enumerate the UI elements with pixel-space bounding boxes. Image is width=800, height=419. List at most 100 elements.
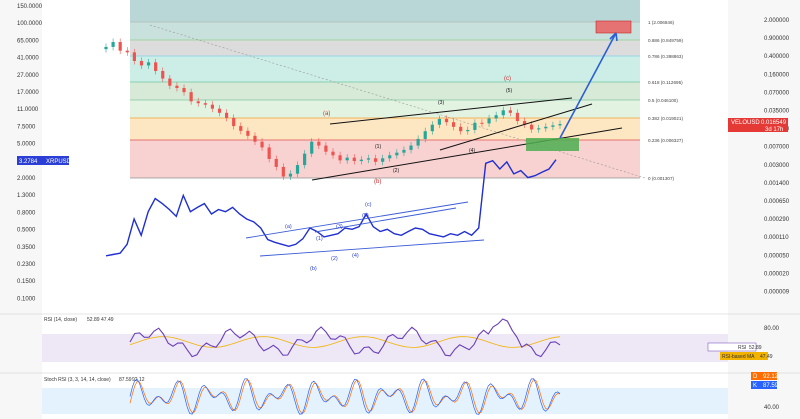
candle-body <box>154 62 158 71</box>
wave-label-red: (b) <box>374 179 381 185</box>
velo-axis-tick: 0.000290 <box>764 217 790 223</box>
candle-body <box>168 78 172 86</box>
rsi-band <box>42 334 728 362</box>
xrp-axis-tick: 0.1500 <box>17 279 36 285</box>
stoch-k-value: 87.59 <box>763 383 779 389</box>
stoch-k-label: K <box>753 383 757 389</box>
candle-body <box>132 52 136 61</box>
velo-axis-tick: 0.000050 <box>764 253 790 259</box>
candle-body <box>288 173 293 177</box>
candle-body <box>430 124 434 132</box>
candle-body <box>146 62 151 66</box>
candle-body <box>494 115 498 119</box>
candle-body <box>480 122 484 124</box>
velo-axis-tick: 0.900000 <box>764 36 790 42</box>
xrp-symbol: XRPUSD <box>46 159 72 165</box>
fib-band <box>130 56 640 82</box>
stoch-title: Stoch RSI (3, 3, 14, 14, close) <box>44 377 111 383</box>
candle-body <box>501 110 505 116</box>
rsi-axis-tick: 80.00 <box>764 326 780 332</box>
candle-body <box>459 126 463 132</box>
candle-body <box>161 70 165 79</box>
candle-body <box>267 147 271 159</box>
wave-label-red: (a) <box>323 111 330 117</box>
candle-body <box>125 50 129 53</box>
xrp-price-value: 3.2784 <box>19 159 38 165</box>
fib-band <box>130 118 640 140</box>
candle-body <box>182 87 186 93</box>
rsi-ma-label: RSI-based MA <box>722 354 755 360</box>
fib-band <box>130 22 640 40</box>
candle-body <box>508 110 512 113</box>
rsi-title-ma-value: 47.49 <box>101 317 114 323</box>
fib-level-label: 0.786 (0.398863) <box>648 54 683 59</box>
candle-body <box>295 165 300 174</box>
wave-label-black: (4) <box>469 148 475 154</box>
xrp-price-label[interactable]: 3.2784 XRPUSD <box>17 156 72 165</box>
rsi-label-value: 52.89 <box>749 345 762 351</box>
stoch-title-k-value: 87.59 <box>119 377 132 383</box>
velo-axis-tick: 0.001400 <box>764 181 790 187</box>
candle-body <box>530 124 534 130</box>
wave-label-blue: (5) <box>362 213 369 219</box>
rsi-title-value: 52.89 <box>87 317 100 323</box>
candle-body <box>551 125 555 127</box>
candle-body <box>373 158 378 162</box>
velo-axis-tick: 0.000110 <box>764 235 789 241</box>
candle-body <box>331 151 335 156</box>
candle-body <box>246 130 250 136</box>
candle-body <box>558 124 562 126</box>
xrp-axis-tick: 1.3000 <box>17 193 36 199</box>
wave-label-blue: (4) <box>352 253 359 259</box>
candle-body <box>544 126 548 129</box>
xrp-axis-tick: 11.0000 <box>17 107 39 113</box>
candle-body <box>118 42 122 51</box>
candle-body <box>317 141 321 146</box>
xrp-axis-tick: 0.5000 <box>17 228 36 234</box>
support-zone-box <box>526 138 579 151</box>
candle-body <box>253 135 257 142</box>
wave-label-blue: (a) <box>285 224 292 230</box>
xrp-axis-tick: 100.0000 <box>17 21 43 27</box>
rsi-ma-label-value: 47.49 <box>760 354 773 360</box>
candle-body <box>232 117 236 127</box>
candle-body <box>111 42 115 47</box>
xrp-axis-tick: 7.5000 <box>17 124 36 130</box>
wave-label-black: (1) <box>375 144 381 150</box>
candle-body <box>175 85 179 88</box>
velo-price-label[interactable]: VELOUSD 0.0165493d 17h <box>728 118 788 133</box>
wave-label-blue: (3) <box>336 224 343 230</box>
candle-body <box>395 152 399 156</box>
xrp-axis-tick: 150.0000 <box>17 4 43 10</box>
fib-band <box>130 40 640 56</box>
velo-axis-tick: 0.000650 <box>764 199 790 205</box>
fib-level-label: 0.618 (0.112695) <box>648 80 683 85</box>
fib-level-label: 0.382 (0.019021) <box>648 116 683 121</box>
rsi-label: RSI <box>738 345 746 351</box>
xrp-axis-tick: 0.2300 <box>17 262 36 268</box>
trading-chart[interactable]: 1 (2.006846) 0.886 (0.849759) 0.786 (0.398… <box>0 0 800 419</box>
candle-body <box>274 158 278 167</box>
velo-axis-tick: 0.000009 <box>764 290 790 296</box>
fib-level-label: 0.5 (0.046100) <box>648 98 678 103</box>
xrp-axis-tick: 0.8000 <box>17 210 36 216</box>
xrp-axis-tick: 41.0000 <box>17 56 39 62</box>
candle-body <box>303 153 307 166</box>
velo-axis-tick: 0.070000 <box>764 90 790 96</box>
stoch-d-value: 92.12 <box>763 374 779 380</box>
candle-body <box>437 118 442 125</box>
stoch-axis-tick: 40.00 <box>764 405 780 411</box>
candle-body <box>203 103 207 105</box>
candle-body <box>338 155 342 161</box>
wave-label-blue: (1) <box>316 236 323 242</box>
candle-body <box>345 157 349 161</box>
fib-band <box>130 82 640 100</box>
candle-body <box>324 145 328 152</box>
fib-level-label: 0 (0.001307) <box>648 176 675 181</box>
xrp-axis-tick: 0.1000 <box>17 296 36 302</box>
wave-label-blue: (c) <box>365 202 372 208</box>
candle-body <box>423 131 427 139</box>
candle-body <box>210 104 215 109</box>
target-zone-box <box>595 20 632 34</box>
velo-axis-tick: 0.003000 <box>764 163 790 169</box>
